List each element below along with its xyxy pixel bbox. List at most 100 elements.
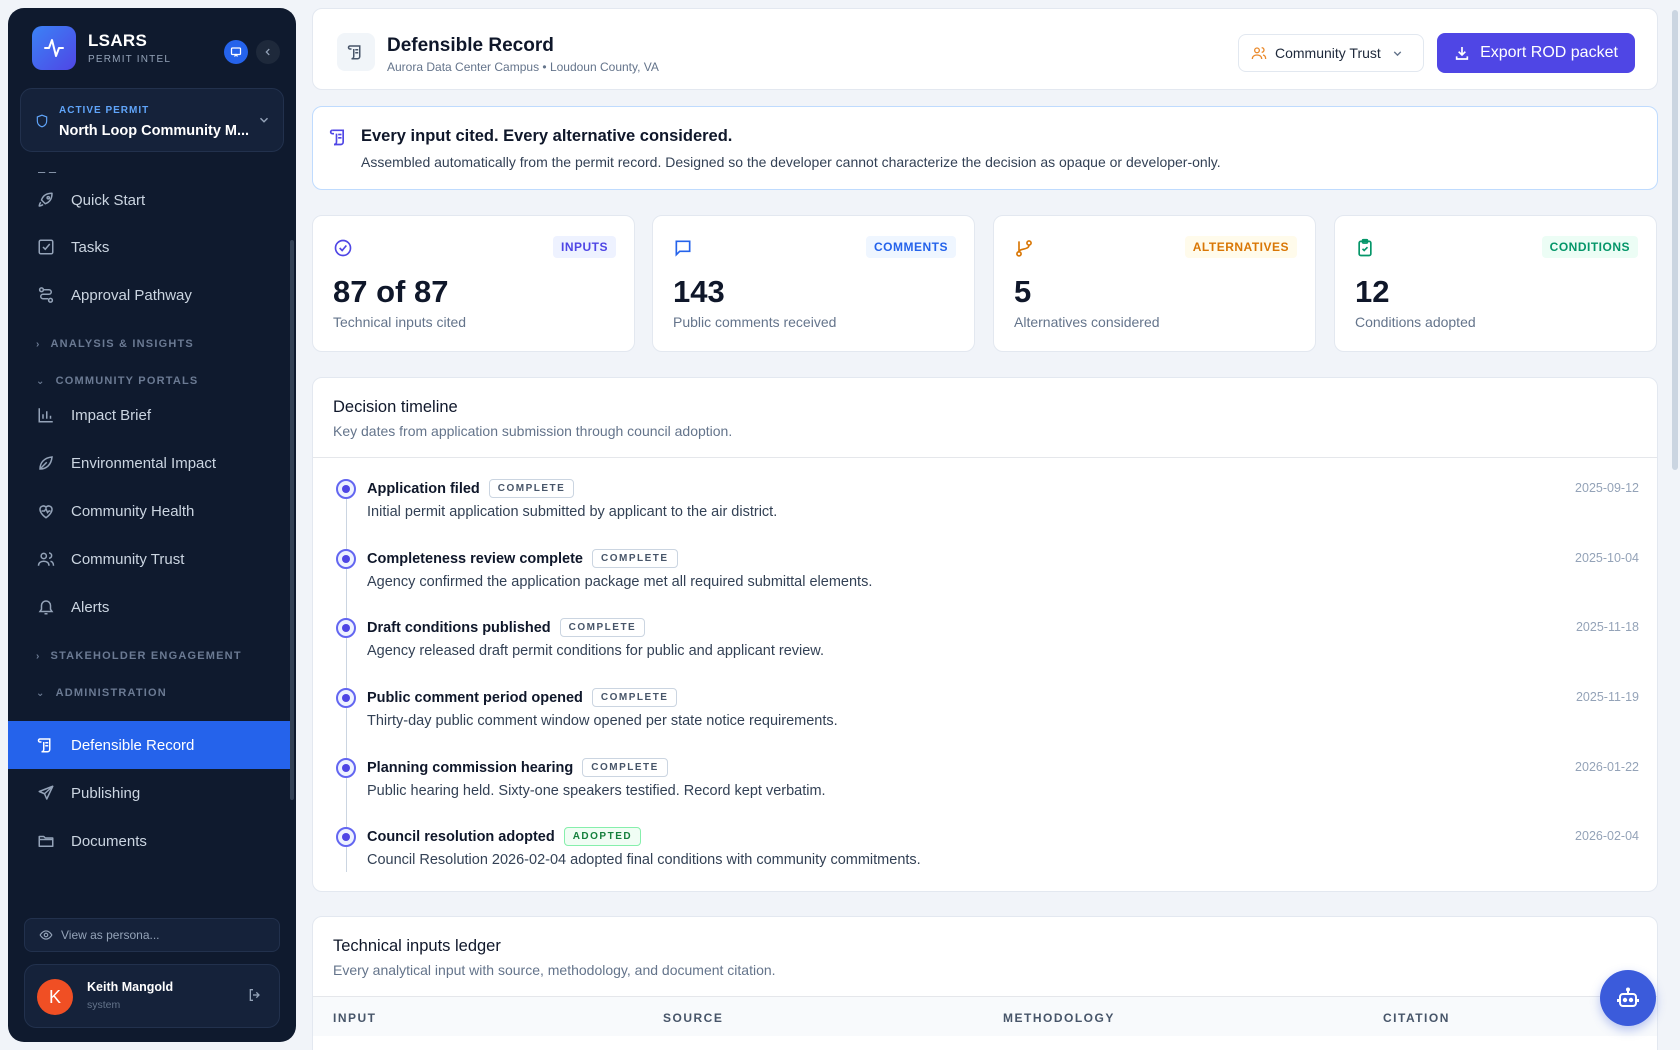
timeline-dot-icon xyxy=(336,618,356,638)
export-button-label: Export ROD packet xyxy=(1480,44,1618,61)
brand: LSARS PERMIT INTEL xyxy=(32,26,171,70)
column-header-citation[interactable]: CITATION xyxy=(1383,1011,1450,1025)
sidebar-item-defensible-record[interactable]: Defensible Record xyxy=(8,721,290,769)
stat-value: 143 xyxy=(673,274,725,309)
sidebar-item-impact-brief[interactable]: Impact Brief xyxy=(8,391,290,439)
event-description: Agency confirmed the application package… xyxy=(367,574,873,590)
chat-button[interactable] xyxy=(224,40,248,64)
chevron-down-icon xyxy=(259,117,269,123)
active-permit-name: North Loop Community M... xyxy=(59,123,250,139)
user-role: system xyxy=(87,999,121,1011)
collapse-sidebar-button[interactable] xyxy=(256,40,280,64)
timeline-dot-icon xyxy=(336,688,356,708)
sidebar-item-label: Approval Pathway xyxy=(71,286,192,304)
event-name: Application filed xyxy=(367,480,480,497)
view-as-persona-button[interactable]: View as persona... xyxy=(24,918,280,952)
sidebar-item-alerts[interactable]: Alerts xyxy=(8,583,290,631)
sidebar-item-quick-start[interactable]: Quick Start xyxy=(8,176,290,224)
section-subtitle: Key dates from application submission th… xyxy=(333,423,733,439)
sidebar-item-environmental-impact[interactable]: Environmental Impact xyxy=(8,439,290,487)
sidebar-nav: – – Quick Start Tasks Approval Pathway ›… xyxy=(8,160,296,902)
status-badge: COMPLETE xyxy=(582,758,668,777)
sidebar-item-label: Community Health xyxy=(71,502,195,520)
stat-badge: ALTERNATIVES xyxy=(1184,236,1297,258)
export-rod-packet-button[interactable]: Export ROD packet xyxy=(1437,33,1635,73)
user-name: Keith Mangold xyxy=(87,980,174,994)
status-badge: COMPLETE xyxy=(488,479,575,498)
assistant-bot-button[interactable] xyxy=(1600,970,1656,1026)
column-header-methodology[interactable]: METHODOLOGY xyxy=(1003,1011,1115,1025)
sidebar-item-approval-pathway[interactable]: Approval Pathway xyxy=(8,271,290,319)
persona-select[interactable]: Community Trust xyxy=(1238,34,1424,72)
timeline-dot-icon xyxy=(336,758,356,778)
sidebar-item-tasks[interactable]: Tasks xyxy=(8,223,290,271)
folder-icon xyxy=(36,831,56,851)
stat-card-alternatives: ALTERNATIVES 5 Alternatives considered xyxy=(993,215,1316,352)
stat-label: Alternatives considered xyxy=(1014,314,1160,330)
sidebar-item-documents[interactable]: Documents xyxy=(8,817,290,865)
page-header: Defensible Record Aurora Data Center Cam… xyxy=(312,8,1658,90)
column-header-input[interactable]: INPUT xyxy=(333,1011,377,1025)
divider xyxy=(313,457,1657,458)
brand-name: LSARS xyxy=(88,31,148,50)
stat-label: Public comments received xyxy=(673,314,837,330)
event-name: Council resolution adopted xyxy=(367,828,555,845)
section-analysis-insights[interactable]: › ANALYSIS & INSIGHTS xyxy=(36,338,194,350)
page-title: Defensible Record xyxy=(387,35,554,56)
sidebar-item-label: Documents xyxy=(71,832,147,850)
event-date: 2026-01-22 xyxy=(1575,760,1639,774)
sidebar-scrollbar[interactable] xyxy=(290,240,294,800)
event-description: Public hearing held. Sixty-one speakers … xyxy=(367,783,826,799)
section-administration[interactable]: ⌄ ADMINISTRATION xyxy=(36,687,167,699)
timeline-event: Council resolution adopted ADOPTED Council… xyxy=(333,826,1639,886)
page-scrollbar[interactable] xyxy=(1672,10,1678,470)
users-icon xyxy=(36,549,56,569)
event-name: Draft conditions published xyxy=(367,619,551,636)
message-square-icon xyxy=(675,240,691,257)
event-name: Completeness review complete xyxy=(367,550,583,567)
active-permit-label: ACTIVE PERMIT xyxy=(59,105,150,116)
sidebar-item-label: Environmental Impact xyxy=(71,454,217,472)
section-subtitle: Every analytical input with source, meth… xyxy=(333,962,776,978)
event-description: Initial permit application submitted by … xyxy=(367,504,778,520)
activity-logo-icon xyxy=(32,26,76,70)
brand-subtitle: PERMIT INTEL xyxy=(88,54,172,65)
sidebar-item-community-trust[interactable]: Community Trust xyxy=(8,535,290,583)
stat-card-comments: COMMENTS 143 Public comments received xyxy=(652,215,975,352)
timeline-event: Application filed COMPLETE Initial permit … xyxy=(333,478,1639,538)
decision-timeline: Decision timeline Key dates from applica… xyxy=(312,377,1658,892)
leaf-icon xyxy=(36,453,56,473)
heart-pulse-icon xyxy=(36,501,56,521)
scroll-icon xyxy=(329,129,344,146)
event-date: 2025-10-04 xyxy=(1575,551,1639,565)
sidebar-item-publishing[interactable]: Publishing xyxy=(8,769,290,817)
status-badge: COMPLETE xyxy=(591,549,678,568)
user-card: K Keith Mangold system xyxy=(24,964,280,1028)
logout-icon[interactable] xyxy=(247,987,263,1003)
shield-icon xyxy=(36,114,48,128)
send-icon xyxy=(36,783,56,803)
stat-badge: COMMENTS xyxy=(866,236,956,258)
clipboard-check-icon xyxy=(1358,238,1372,257)
sidebar-item-label: Tasks xyxy=(71,238,110,256)
section-stakeholder-engagement[interactable]: › STAKEHOLDER ENGAGEMENT xyxy=(36,650,242,662)
event-date: 2026-02-04 xyxy=(1575,829,1639,843)
stat-value: 87 of 87 xyxy=(333,274,449,309)
timeline-event: Draft conditions published COMPLETE Agency… xyxy=(333,617,1639,677)
event-name: Planning commission hearing xyxy=(367,759,574,776)
view-as-persona-label: View as persona... xyxy=(61,928,160,942)
section-community-portals[interactable]: ⌄ COMMUNITY PORTALS xyxy=(36,375,198,387)
check-circle-icon xyxy=(334,239,352,257)
active-permit-selector[interactable]: ACTIVE PERMIT North Loop Community M... xyxy=(20,88,284,152)
chevron-left-icon xyxy=(265,48,270,56)
column-header-source[interactable]: SOURCE xyxy=(663,1011,723,1025)
sidebar-item-label: Quick Start xyxy=(71,191,146,209)
event-date: 2025-11-18 xyxy=(1575,620,1639,634)
sidebar-item-community-health[interactable]: Community Health xyxy=(8,487,290,535)
info-banner: Every input cited. Every alternative con… xyxy=(312,106,1658,190)
stat-label: Technical inputs cited xyxy=(333,314,467,330)
section-title: Technical inputs ledger xyxy=(333,937,501,955)
sidebar-item-label: Impact Brief xyxy=(71,406,152,424)
stat-badge: INPUTS xyxy=(552,236,616,258)
status-badge: COMPLETE xyxy=(591,688,678,707)
